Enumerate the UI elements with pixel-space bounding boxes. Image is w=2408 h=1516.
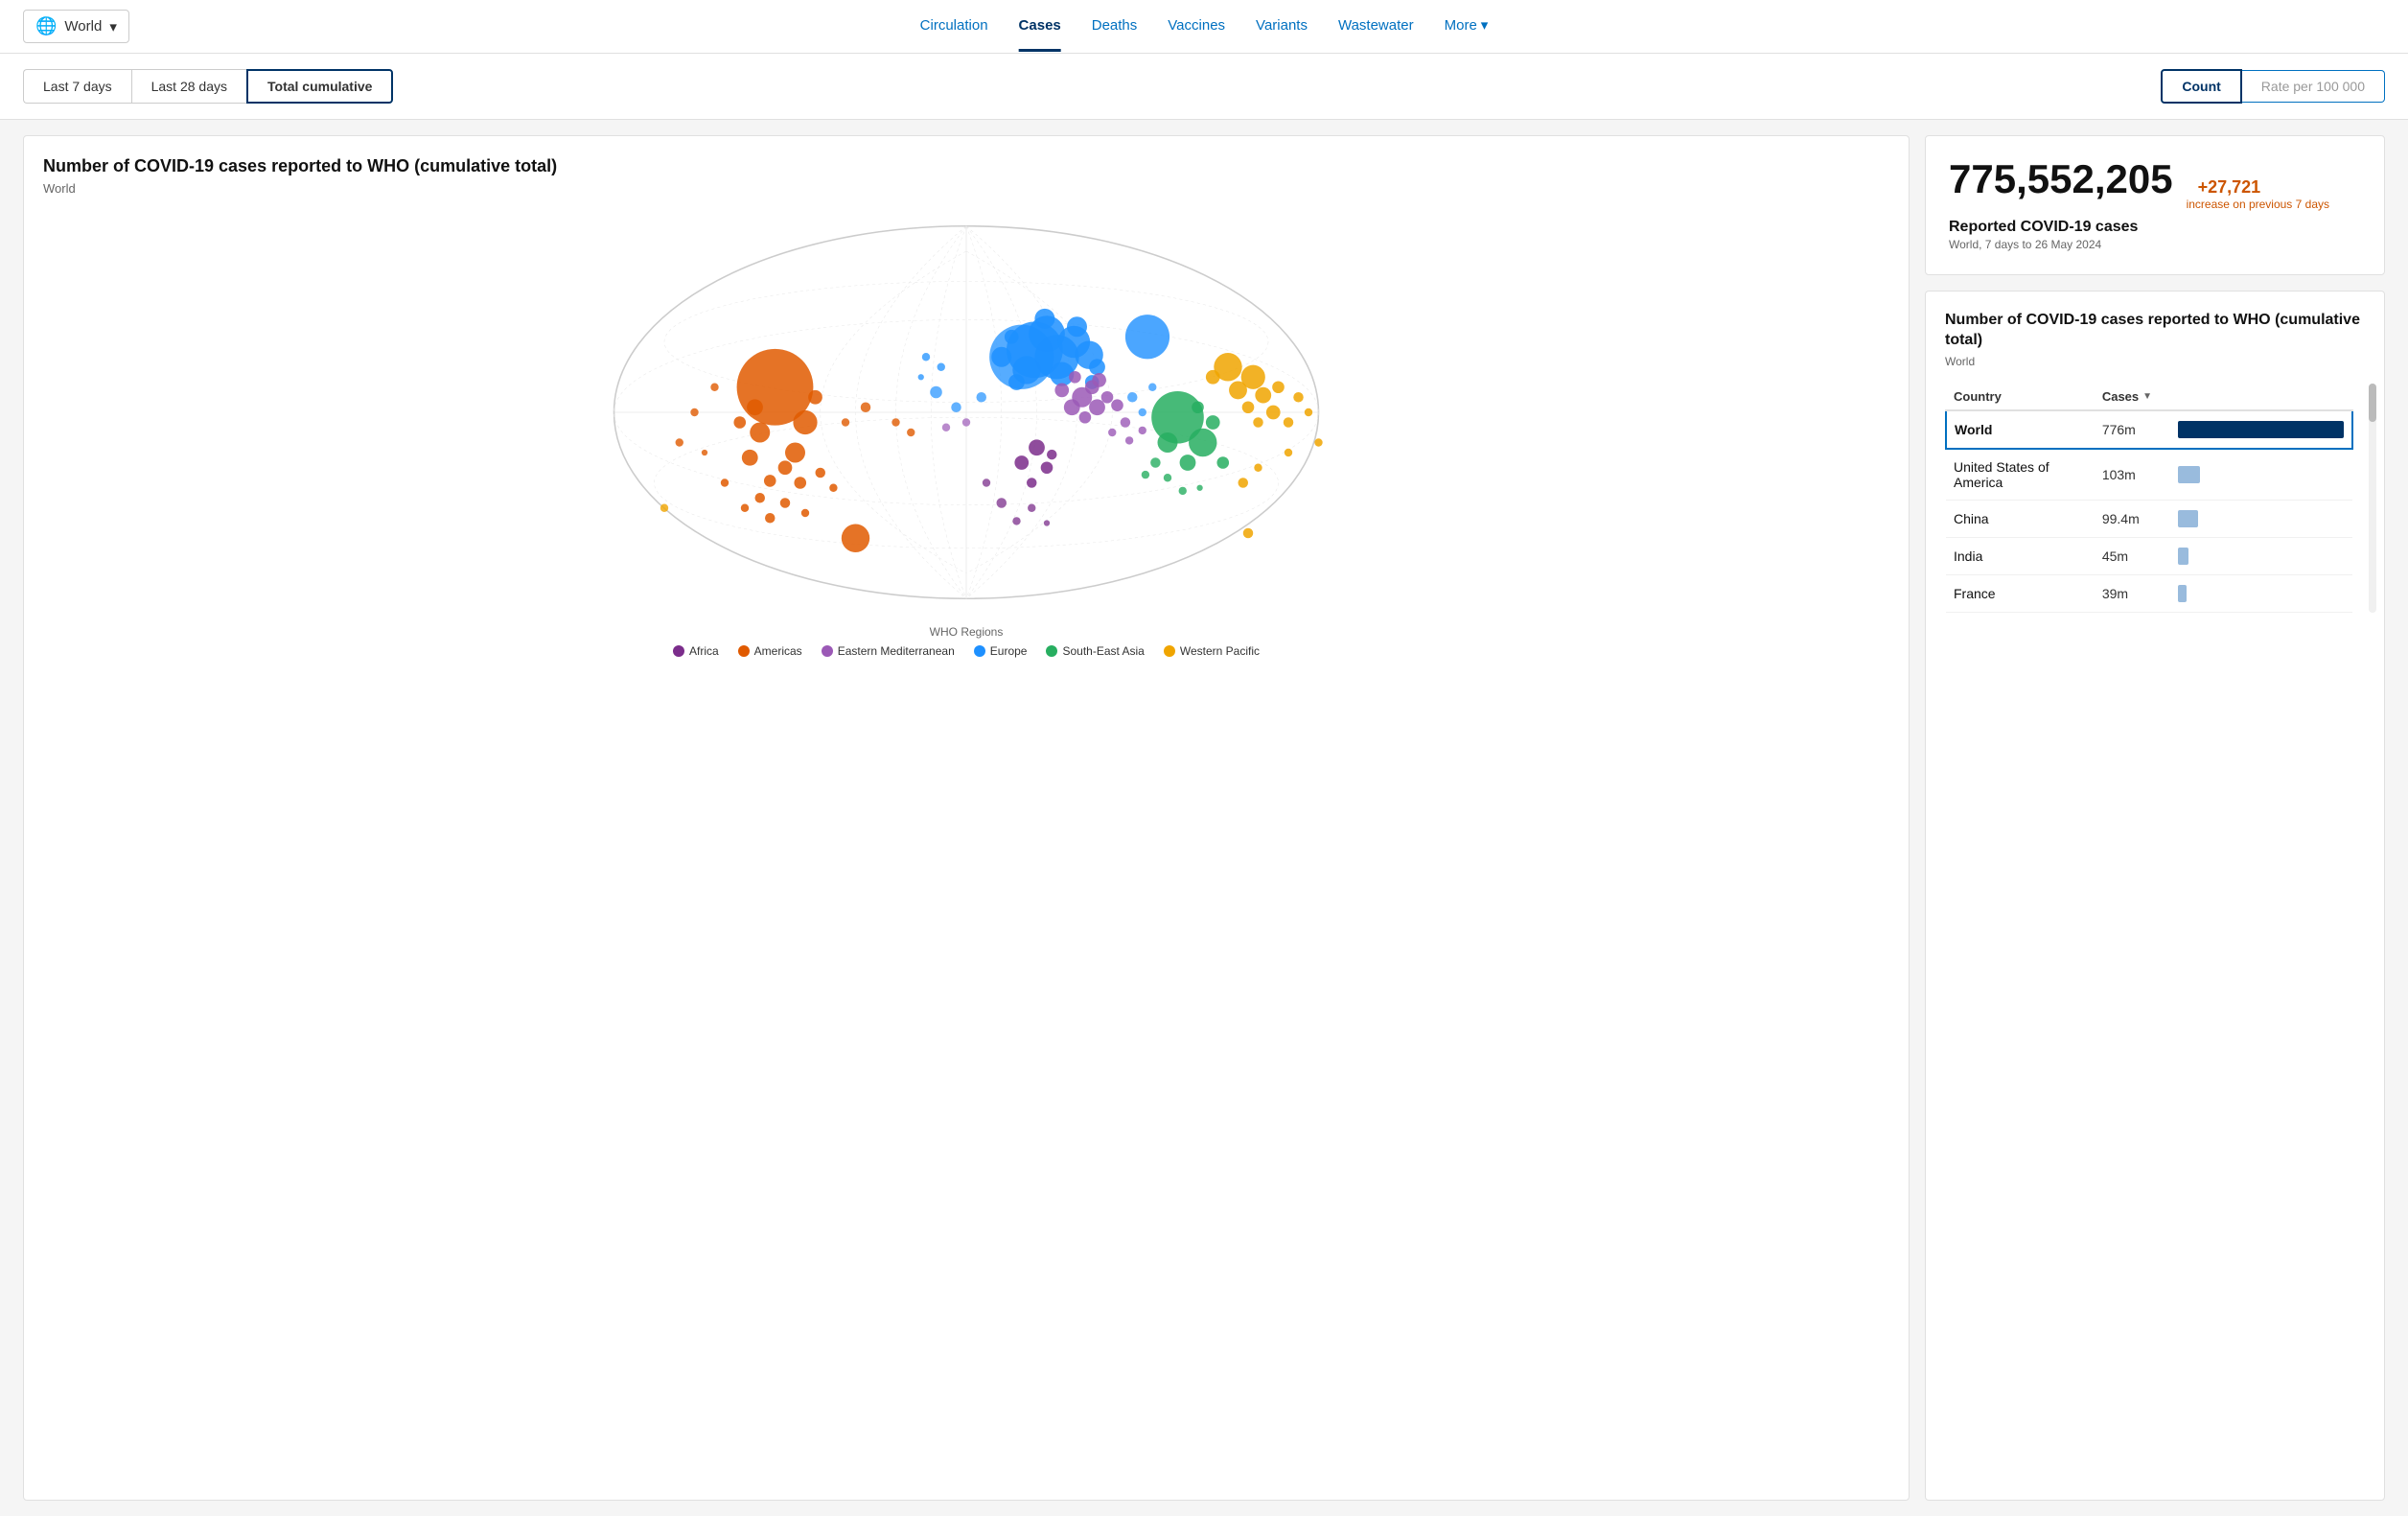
main-content: Number of COVID-19 cases reported to WHO… — [0, 120, 2408, 1516]
legend-europe: Europe — [974, 644, 1028, 658]
table-title: Number of COVID-19 cases reported to WHO… — [1945, 311, 2365, 351]
country-cell: France — [1946, 574, 2095, 612]
africa-dot — [673, 645, 684, 657]
legend-south-east-asia: South-East Asia — [1046, 644, 1144, 658]
count-toggle-group: Count Rate per 100 000 — [2161, 69, 2385, 104]
africa-label: Africa — [689, 644, 719, 658]
americas-label: Americas — [754, 644, 802, 658]
map-region-label: World — [43, 181, 1889, 196]
eastern-med-dot — [822, 645, 833, 657]
rate-button[interactable]: Rate per 100 000 — [2242, 70, 2385, 103]
tab-last-7-days[interactable]: Last 7 days — [23, 69, 131, 104]
stats-number-row: 775,552,205 +27,721 increase on previous… — [1949, 159, 2361, 211]
europe-label: Europe — [990, 644, 1028, 658]
table-body: World 776m United States of America 103m — [1946, 410, 2352, 613]
tab-vaccines[interactable]: Vaccines — [1168, 2, 1225, 52]
bar-column-header — [2170, 384, 2352, 410]
table-row[interactable]: United States of America 103m — [1946, 449, 2352, 501]
tab-more[interactable]: More ▾ — [1445, 1, 1489, 52]
scrollbar-thumb[interactable] — [2369, 384, 2376, 422]
tab-last-28-days[interactable]: Last 28 days — [131, 69, 246, 104]
country-cell: India — [1946, 537, 2095, 574]
count-button[interactable]: Count — [2161, 69, 2241, 104]
table-subtitle: World — [1945, 355, 2365, 368]
increase-label: increase on previous 7 days — [2187, 198, 2329, 211]
legend-africa: Africa — [673, 644, 719, 658]
stats-increase: +27,721 — [2198, 177, 2329, 198]
tab-variants[interactable]: Variants — [1256, 2, 1308, 52]
legend-western-pacific: Western Pacific — [1164, 644, 1260, 658]
cases-table: Country Cases ▼ — [1945, 384, 2353, 613]
main-nav: Circulation Cases Deaths Vaccines Varian… — [920, 1, 1489, 52]
tab-total-cumulative[interactable]: Total cumulative — [246, 69, 393, 104]
scrollbar-track[interactable] — [2369, 384, 2376, 613]
europe-dot — [974, 645, 985, 657]
legend-items: Africa Americas Eastern Mediterranean Eu… — [43, 644, 1889, 658]
chevron-down-icon: ▾ — [109, 18, 117, 35]
world-selector-button[interactable]: 🌐 World ▾ — [23, 10, 129, 43]
stats-card: 775,552,205 +27,721 increase on previous… — [1925, 135, 2385, 275]
table-row[interactable]: France 39m — [1946, 574, 2352, 612]
world-label: World — [64, 18, 102, 35]
map-legend: WHO Regions Africa Americas Eastern Medi… — [43, 625, 1889, 658]
tab-cases[interactable]: Cases — [1019, 2, 1061, 52]
legend-americas: Americas — [738, 644, 802, 658]
globe-icon: 🌐 — [35, 16, 57, 36]
stats-meta: World, 7 days to 26 May 2024 — [1949, 238, 2361, 251]
western-pacific-label: Western Pacific — [1180, 644, 1260, 658]
stats-label: Reported COVID-19 cases — [1949, 219, 2361, 236]
legend-eastern-med: Eastern Mediterranean — [822, 644, 955, 658]
filter-bar: Last 7 days Last 28 days Total cumulativ… — [0, 54, 2408, 120]
americas-dot — [738, 645, 750, 657]
table-scroll-container[interactable]: Country Cases ▼ — [1945, 384, 2365, 613]
bar-cell — [2170, 574, 2352, 612]
cases-cell: 103m — [2095, 449, 2170, 501]
cases-cell: 776m — [2095, 410, 2170, 449]
tab-wastewater[interactable]: Wastewater — [1338, 2, 1414, 52]
cases-column-header: Cases ▼ — [2095, 384, 2170, 410]
tab-deaths[interactable]: Deaths — [1092, 2, 1138, 52]
time-tab-group: Last 7 days Last 28 days Total cumulativ… — [23, 69, 393, 104]
bar-cell — [2170, 410, 2352, 449]
bar-cell — [2170, 449, 2352, 501]
country-cell: United States of America — [1946, 449, 2095, 501]
map-visualization — [43, 211, 1889, 614]
table-row[interactable]: World 776m — [1946, 410, 2352, 449]
map-title: Number of COVID-19 cases reported to WHO… — [43, 155, 1889, 177]
country-cell: China — [1946, 500, 2095, 537]
bar-cell — [2170, 537, 2352, 574]
table-row[interactable]: India 45m — [1946, 537, 2352, 574]
cases-cell: 39m — [2095, 574, 2170, 612]
sort-arrow-icon: ▼ — [2142, 391, 2152, 402]
western-pacific-dot — [1164, 645, 1175, 657]
tab-circulation[interactable]: Circulation — [920, 2, 988, 52]
legend-title: WHO Regions — [43, 625, 1889, 639]
cases-cell: 99.4m — [2095, 500, 2170, 537]
country-column-header: Country — [1946, 384, 2095, 410]
country-cell: World — [1946, 410, 2095, 449]
cases-cell: 45m — [2095, 537, 2170, 574]
map-panel: Number of COVID-19 cases reported to WHO… — [23, 135, 1910, 1501]
chevron-down-icon-more: ▾ — [1481, 16, 1489, 34]
right-panel: 775,552,205 +27,721 increase on previous… — [1925, 135, 2385, 1501]
south-east-asia-label: South-East Asia — [1062, 644, 1144, 658]
table-row[interactable]: China 99.4m — [1946, 500, 2352, 537]
table-header: Country Cases ▼ — [1946, 384, 2352, 410]
table-card: Number of COVID-19 cases reported to WHO… — [1925, 291, 2385, 1501]
south-east-asia-dot — [1046, 645, 1057, 657]
header: 🌐 World ▾ Circulation Cases Deaths Vacci… — [0, 0, 2408, 54]
world-map-svg — [43, 211, 1889, 614]
bar-cell — [2170, 500, 2352, 537]
eastern-med-label: Eastern Mediterranean — [838, 644, 955, 658]
stats-number: 775,552,205 — [1949, 159, 2173, 199]
